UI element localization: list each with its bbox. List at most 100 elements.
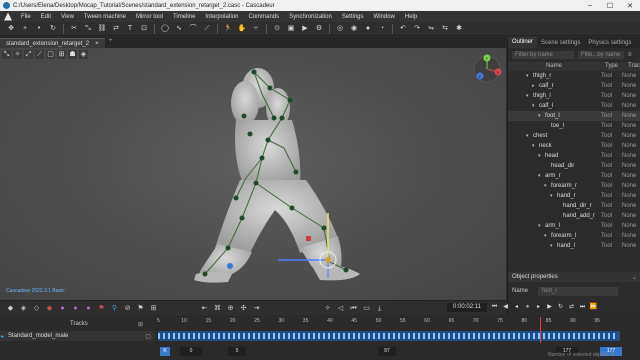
keyframe-marker[interactable] bbox=[203, 333, 205, 339]
close-tab-icon[interactable]: × bbox=[95, 41, 99, 47]
settings-icon[interactable]: ⚙ bbox=[314, 24, 324, 34]
add-object-icon[interactable]: + bbox=[20, 24, 30, 34]
keyframe-marker[interactable] bbox=[518, 333, 520, 339]
keyframe-marker[interactable] bbox=[333, 333, 335, 339]
keyframe-marker[interactable] bbox=[193, 333, 195, 339]
keyframe-marker[interactable] bbox=[233, 333, 235, 339]
keyframe-marker[interactable] bbox=[238, 333, 240, 339]
frames-icon[interactable]: ⊞ bbox=[149, 304, 158, 313]
keyframe-marker[interactable] bbox=[458, 333, 460, 339]
outliner-row[interactable]: ▾ forearm_l Tool None bbox=[508, 231, 640, 241]
keyframe-marker[interactable] bbox=[603, 333, 605, 339]
next-key-icon[interactable]: ▶ bbox=[545, 302, 554, 312]
view-orientation-gizmo[interactable]: Y X Z bbox=[472, 54, 502, 86]
collapse-icon[interactable]: ▾ bbox=[550, 193, 553, 199]
keyframe-marker[interactable] bbox=[553, 333, 555, 339]
3d-viewport[interactable]: ⤡ ✧ ⤢ ⟋ ▢ ⊞ ☗ ◈ Y X Z Cascadeur 2022.3.1… bbox=[0, 48, 506, 300]
menu-window[interactable]: Window bbox=[369, 14, 400, 20]
flag-icon[interactable]: ⚑ bbox=[97, 304, 106, 313]
next-frame-icon[interactable]: ▸ bbox=[534, 302, 543, 312]
outliner-row[interactable]: ▾ arm_l Tool None bbox=[508, 221, 640, 231]
range-marker-icon[interactable]: K bbox=[160, 346, 170, 356]
collapse-icon[interactable]: ▾ bbox=[532, 103, 535, 109]
keyframe-marker[interactable] bbox=[463, 333, 465, 339]
menu-timeline[interactable]: Timeline bbox=[168, 14, 200, 20]
keyframe-marker[interactable] bbox=[218, 333, 220, 339]
outliner-row[interactable]: ▾ head Tool None bbox=[508, 151, 640, 161]
keyframe-marker[interactable] bbox=[348, 333, 350, 339]
keyframe-marker[interactable] bbox=[568, 333, 570, 339]
keyframe-marker[interactable] bbox=[613, 333, 615, 339]
keyframe-marker[interactable] bbox=[598, 333, 600, 339]
keyframe-marker[interactable] bbox=[413, 333, 415, 339]
keyframe-marker[interactable] bbox=[343, 333, 345, 339]
menu-settings[interactable]: Settings bbox=[337, 14, 369, 20]
frame-ruler[interactable]: 5 10 15 20 25 30 35 40 45 50 55 60 65 70 75 80 85 90 95 bbox=[157, 318, 627, 328]
outliner-row[interactable]: ▾ thigh_l Tool None bbox=[508, 91, 640, 101]
record-icon[interactable]: ◉ bbox=[349, 24, 359, 34]
keyframe-marker[interactable] bbox=[428, 333, 430, 339]
properties-toggle-icon[interactable]: ⌄ bbox=[632, 274, 637, 281]
keyframe-marker[interactable] bbox=[583, 333, 585, 339]
outliner-row[interactable]: ▾ hand_r Tool None bbox=[508, 191, 640, 201]
loop-icon[interactable]: ↻ bbox=[556, 302, 565, 312]
collapse-icon[interactable]: ▾ bbox=[538, 153, 541, 159]
keyframe-bar[interactable] bbox=[158, 331, 620, 341]
insert-icon[interactable]: ⤓ bbox=[375, 304, 384, 313]
bone-icon[interactable]: ⟋ bbox=[202, 24, 212, 34]
tab-scene-settings[interactable]: Scene settings bbox=[537, 40, 584, 46]
rotate-icon[interactable]: ↻ bbox=[48, 24, 58, 34]
keyframe-marker[interactable] bbox=[423, 333, 425, 339]
keyframe-marker[interactable] bbox=[593, 333, 595, 339]
keyframe-marker[interactable] bbox=[328, 333, 330, 339]
keyframe-marker[interactable] bbox=[483, 333, 485, 339]
transform-icon[interactable]: ⤡ bbox=[83, 24, 93, 34]
collapse-icon[interactable]: ▾ bbox=[544, 233, 547, 239]
keyframe-marker[interactable] bbox=[473, 333, 475, 339]
lock-icon[interactable]: ⊡ bbox=[139, 24, 149, 34]
mirror-pose-icon[interactable]: ⇋ bbox=[426, 24, 436, 34]
filter-name-input[interactable]: Filter by name bbox=[512, 51, 574, 59]
col-type[interactable]: Type bbox=[605, 62, 618, 71]
keyframe-marker[interactable] bbox=[498, 333, 500, 339]
speed-icon[interactable]: ⏩ bbox=[589, 302, 598, 312]
outliner-row[interactable]: ▾ thigh_r Tool None bbox=[508, 71, 640, 81]
menu-interpolation[interactable]: Interpolation bbox=[200, 14, 243, 20]
arc-icon[interactable]: ⌒ bbox=[188, 24, 198, 34]
sphere-icon[interactable]: ● bbox=[363, 24, 373, 34]
pin-icon[interactable]: ⊕ bbox=[226, 304, 235, 313]
keyframe-marker[interactable] bbox=[163, 333, 165, 339]
keyframe-marker[interactable] bbox=[188, 333, 190, 339]
keyframe-marker[interactable] bbox=[533, 333, 535, 339]
collapse-icon[interactable]: ▾ bbox=[550, 243, 553, 249]
paint-icon[interactable]: ● bbox=[58, 304, 67, 313]
keyframe-marker[interactable] bbox=[388, 333, 390, 339]
minimize-button[interactable]: – bbox=[580, 2, 600, 10]
collapse-icon[interactable]: ▾ bbox=[538, 223, 541, 229]
swap-direction-icon[interactable]: ⇄ bbox=[567, 302, 576, 312]
undo-icon[interactable]: ↶ bbox=[398, 24, 408, 34]
keyframe-marker[interactable] bbox=[563, 333, 565, 339]
redo-icon[interactable]: ↷ bbox=[412, 24, 422, 34]
keyframe-marker[interactable] bbox=[248, 333, 250, 339]
menu-tween-machine[interactable]: Tween machine bbox=[79, 14, 131, 20]
keyframe-marker[interactable] bbox=[243, 333, 245, 339]
fulcrum-icon[interactable]: ◇ bbox=[32, 304, 41, 313]
keyframe-marker[interactable] bbox=[323, 333, 325, 339]
tune-icon[interactable]: ⚲ bbox=[110, 304, 119, 313]
col-name[interactable]: Name bbox=[546, 62, 562, 71]
keyframe-red-icon[interactable]: ◆ bbox=[45, 304, 54, 313]
keyframe-marker[interactable] bbox=[278, 333, 280, 339]
menu-help[interactable]: Help bbox=[400, 14, 422, 20]
tab-outliner[interactable]: Outliner bbox=[508, 37, 538, 48]
spiral-icon[interactable]: ◎ bbox=[335, 24, 345, 34]
menu-commands[interactable]: Commands bbox=[243, 14, 284, 20]
dial-icon[interactable]: ◔ bbox=[377, 24, 387, 34]
keyframe-marker[interactable] bbox=[168, 333, 170, 339]
fill-icon[interactable]: ● bbox=[84, 304, 93, 313]
expand-track-icon[interactable]: ▸ bbox=[1, 333, 4, 340]
keyframe-marker[interactable] bbox=[508, 333, 510, 339]
keyframe-marker[interactable] bbox=[493, 333, 495, 339]
keyframe-marker[interactable] bbox=[373, 333, 375, 339]
keyframe-marker[interactable] bbox=[363, 333, 365, 339]
